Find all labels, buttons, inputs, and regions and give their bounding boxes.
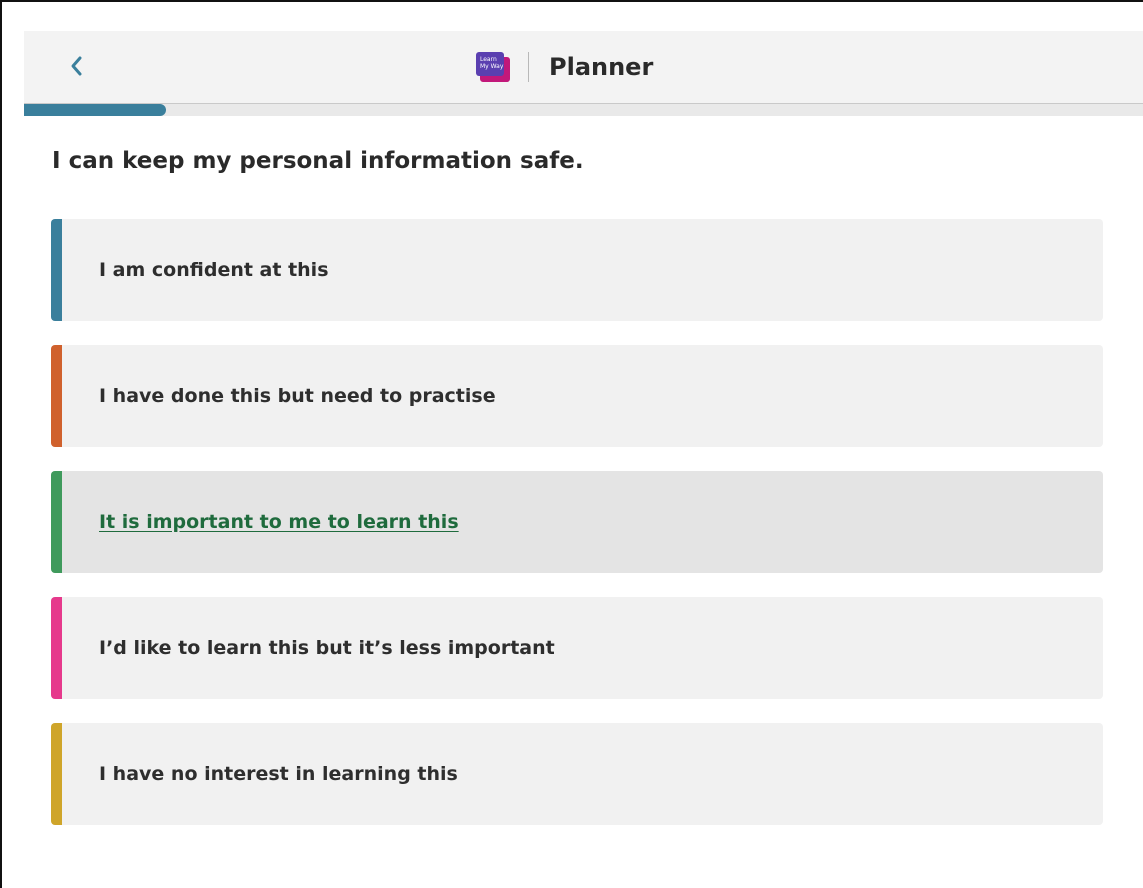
brand-divider [528,52,529,82]
option-accent [51,471,62,573]
option-label: I’d like to learn this but it’s less imp… [99,637,555,659]
option-label: It is important to me to learn this [99,511,459,533]
top-bar: Learn My Way Planner [24,31,1143,104]
option-no-interest[interactable]: I have no interest in learning this [51,723,1103,825]
learn-my-way-logo: Learn My Way [476,52,510,82]
option-need-practise[interactable]: I have done this but need to practise [51,345,1103,447]
progress-bar [24,104,1143,116]
option-accent [51,219,62,321]
option-accent [51,345,62,447]
option-less-important[interactable]: I’d like to learn this but it’s less imp… [51,597,1103,699]
back-button[interactable] [60,49,94,83]
option-accent [51,597,62,699]
option-important[interactable]: It is important to me to learn this [51,471,1103,573]
chevron-left-icon [71,56,82,76]
option-confident[interactable]: I am confident at this [51,219,1103,321]
brand: Learn My Way Planner [476,47,653,87]
option-label: I have done this but need to practise [99,385,496,407]
page-title: Planner [549,53,654,81]
answer-options: I am confident at this I have done this … [51,219,1103,849]
progress-fill [24,104,167,116]
question-text: I can keep my personal information safe. [52,148,584,174]
option-accent [51,723,62,825]
option-label: I am confident at this [99,259,329,281]
option-label: I have no interest in learning this [99,763,458,785]
